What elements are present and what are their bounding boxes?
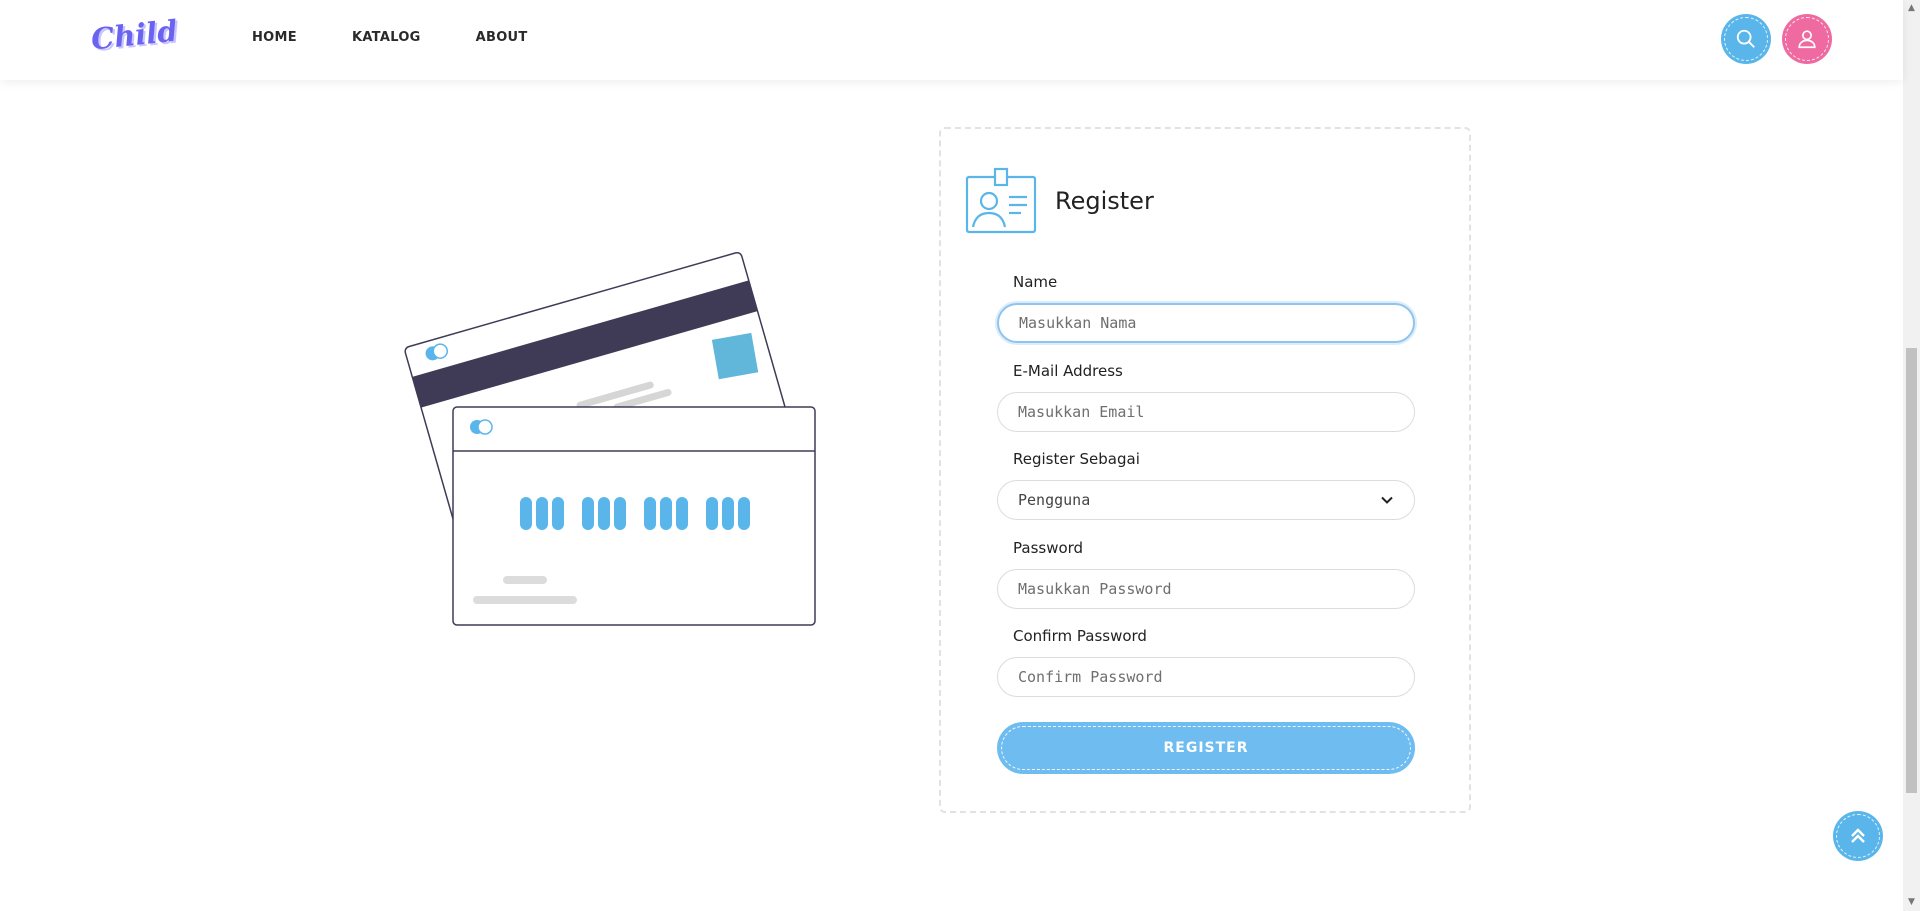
- user-button[interactable]: [1782, 14, 1832, 64]
- nav-katalog[interactable]: KATALOG: [352, 30, 421, 45]
- role-select-value: Pengguna: [1018, 491, 1091, 509]
- vertical-scrollbar[interactable]: ▲ ▼: [1903, 0, 1920, 911]
- scroll-up-arrow-icon[interactable]: ▲: [1903, 0, 1920, 17]
- double-chevron-up-icon: [1851, 828, 1865, 843]
- confirm-password-label: Confirm Password: [1013, 627, 1147, 645]
- scroll-thumb[interactable]: [1906, 348, 1917, 793]
- confirm-password-input[interactable]: [997, 657, 1415, 697]
- role-label: Register Sebagai: [1013, 450, 1140, 468]
- id-card-icon: [965, 167, 1037, 234]
- register-header: Register: [965, 167, 1154, 235]
- chevron-down-icon: [1381, 496, 1393, 504]
- name-label: Name: [1013, 273, 1058, 291]
- search-icon: [1736, 29, 1755, 48]
- nav-about[interactable]: ABOUT: [476, 30, 528, 45]
- password-label: Password: [1013, 539, 1084, 557]
- scroll-down-arrow-icon[interactable]: ▼: [1903, 894, 1920, 911]
- name-input[interactable]: [997, 303, 1415, 343]
- page: Child HOME KATALOG ABOUT Register Name M…: [0, 0, 1920, 911]
- back-to-top-button[interactable]: [1833, 811, 1883, 861]
- email-label: E-Mail Address: [1013, 362, 1123, 380]
- user-icon: [1798, 30, 1816, 49]
- logo[interactable]: Child: [89, 14, 179, 57]
- register-title: Register: [1055, 187, 1154, 215]
- register-button[interactable]: REGISTER: [997, 722, 1415, 774]
- credit-cards-illustration: [404, 251, 816, 626]
- header: Child HOME KATALOG ABOUT: [0, 0, 1903, 80]
- register-card: Register Name E-Mail Address Register Se…: [939, 127, 1471, 813]
- nav-home[interactable]: HOME: [252, 30, 297, 45]
- role-select[interactable]: Pengguna: [997, 480, 1415, 520]
- email-input[interactable]: [997, 392, 1415, 432]
- password-input[interactable]: [997, 569, 1415, 609]
- register-button-label: REGISTER: [1001, 726, 1411, 770]
- search-button[interactable]: [1721, 14, 1771, 64]
- main-nav: HOME KATALOG ABOUT: [252, 30, 528, 45]
